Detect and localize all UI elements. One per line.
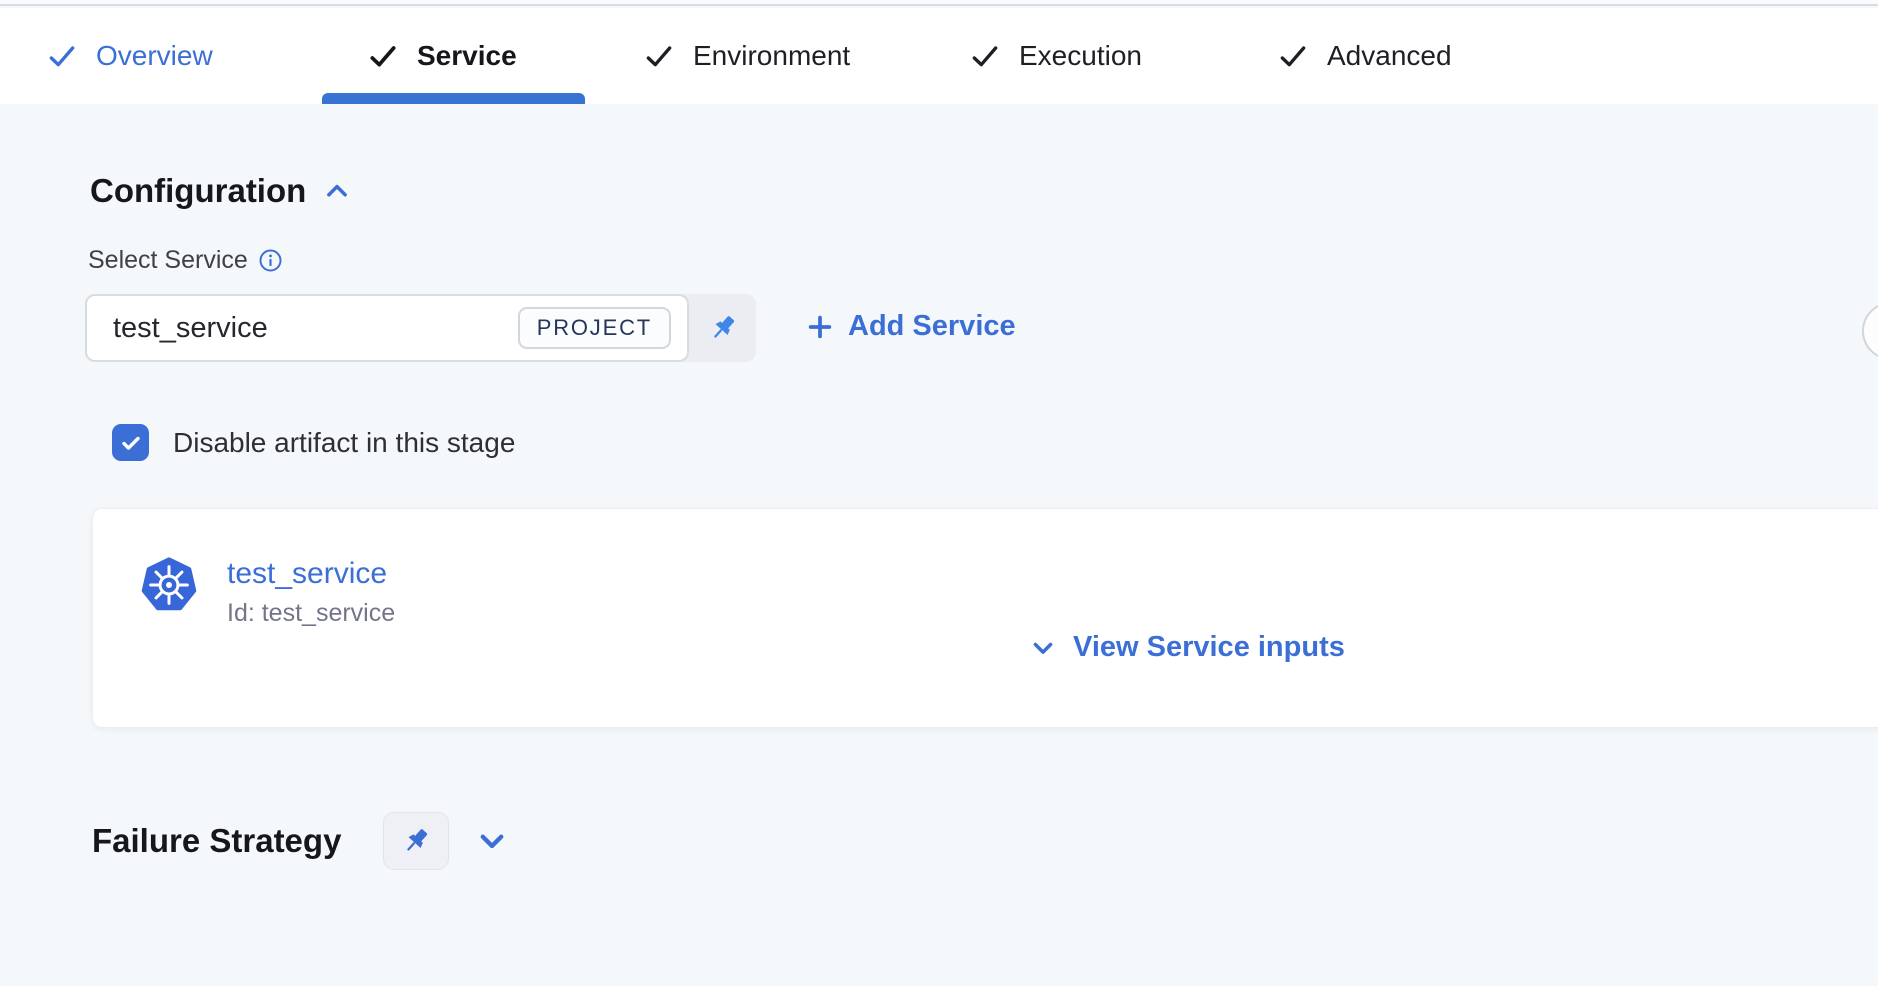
kubernetes-icon [141,557,197,613]
tab-label: Overview [96,40,213,72]
service-select-group: test_service PROJECT [85,294,756,362]
check-icon [46,40,78,72]
select-service-label-row: Select Service [88,246,283,275]
add-service-button[interactable]: Add Service [806,310,1016,343]
scope-badge: PROJECT [518,307,671,349]
configuration-title: Configuration [90,172,306,210]
tab-service[interactable]: Service [367,8,517,104]
tab-label: Service [417,40,517,72]
failure-strategy-title: Failure Strategy [92,822,341,860]
service-name-link[interactable]: test_service [227,557,395,591]
pin-icon [708,313,738,343]
pin-service-button[interactable] [689,294,756,362]
add-service-label: Add Service [848,310,1016,343]
plus-icon [806,313,834,341]
pin-icon [401,826,431,856]
failure-strategy-heading: Failure Strategy [92,812,509,870]
view-service-inputs-button[interactable]: View Service inputs [1029,631,1345,664]
view-service-inputs-label: View Service inputs [1073,631,1345,664]
service-card: test_service Id: test_service View Servi… [92,508,1878,728]
top-divider [0,0,1878,6]
tab-execution[interactable]: Execution [969,8,1142,104]
service-select-input[interactable]: test_service PROJECT [85,294,689,362]
check-icon [969,40,1001,72]
check-icon [367,40,399,72]
stage-tab-bar: Overview Service Environment Execution A [0,8,1878,104]
disable-artifact-row[interactable]: Disable artifact in this stage [112,424,515,461]
active-tab-indicator [322,93,585,104]
tab-label: Advanced [1327,40,1452,72]
check-icon [1277,40,1309,72]
tab-label: Execution [1019,40,1142,72]
check-icon [643,40,675,72]
configuration-heading: Configuration [90,172,352,210]
service-id-text: Id: test_service [227,599,395,628]
service-card-text: test_service Id: test_service [227,557,395,628]
tab-overview[interactable]: Overview [46,8,213,104]
tab-advanced[interactable]: Advanced [1277,8,1452,104]
service-card-row: test_service Id: test_service [141,557,395,628]
chevron-down-icon [1029,634,1057,662]
chevron-up-icon[interactable] [322,176,352,206]
pin-failure-strategy-button[interactable] [383,812,449,870]
disable-artifact-label: Disable artifact in this stage [173,427,515,459]
select-service-label: Select Service [88,246,248,275]
service-select-value: test_service [113,312,518,345]
tab-label: Environment [693,40,850,72]
info-icon[interactable] [258,248,283,273]
disable-artifact-checkbox[interactable] [112,424,149,461]
tab-environment[interactable]: Environment [643,8,850,104]
chevron-down-icon[interactable] [475,824,509,858]
collapsed-panel-toggle[interactable] [1862,302,1878,360]
